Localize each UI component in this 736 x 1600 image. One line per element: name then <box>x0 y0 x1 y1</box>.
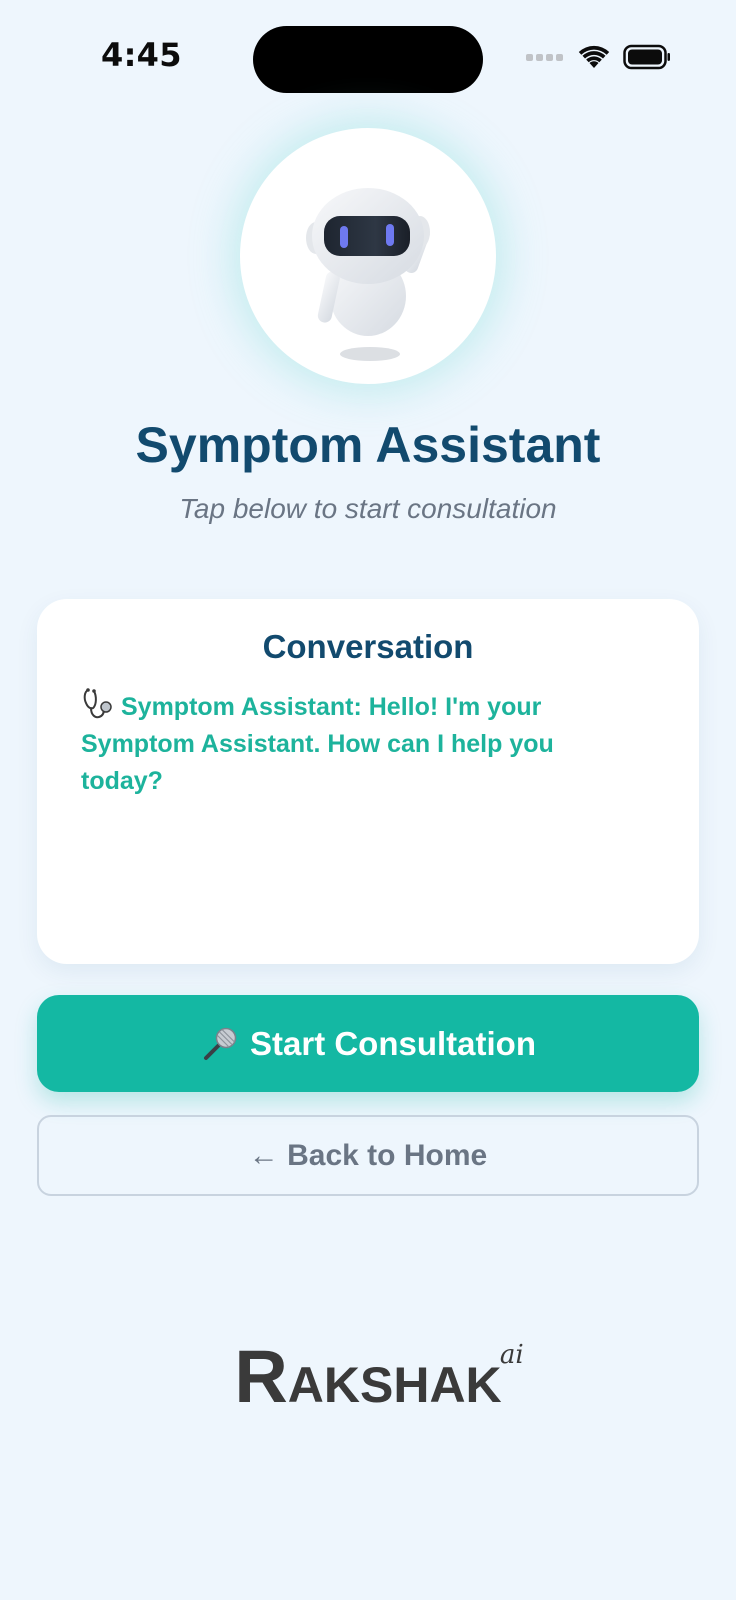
assistant-avatar <box>240 128 496 384</box>
message-text: Symptom Assistant: Hello! I'm your Sympt… <box>81 693 554 795</box>
conversation-title: Conversation <box>262 628 474 665</box>
robot-icon <box>306 188 430 361</box>
page-subtitle: Tap below to start consultation <box>179 493 557 524</box>
battery-icon <box>623 44 670 70</box>
brand-logo: RAKSHAK ai <box>0 1340 736 1430</box>
dynamic-island <box>253 26 483 93</box>
start-consultation-label: Start Consultation <box>250 1024 536 1062</box>
stethoscope-icon <box>83 688 112 719</box>
back-to-home-label: ← Back to Home <box>248 1138 488 1172</box>
status-icons <box>526 44 671 70</box>
back-to-home-button[interactable]: ← Back to Home <box>37 1115 699 1196</box>
status-time: 4:45 <box>101 36 182 74</box>
start-consultation-button[interactable]: Start Consultation <box>37 995 699 1092</box>
wifi-icon <box>578 45 610 68</box>
signal-dots-icon <box>526 53 563 61</box>
conversation-card: Conversation Symptom Assistant: Hello! I… <box>37 599 699 964</box>
microphone-icon <box>204 1027 237 1060</box>
page-title: Symptom Assistant <box>135 417 601 473</box>
message-item: Symptom Assistant: Hello! I'm your Sympt… <box>81 687 621 800</box>
rakshak-logo: RAKSHAK ai <box>234 1335 524 1418</box>
